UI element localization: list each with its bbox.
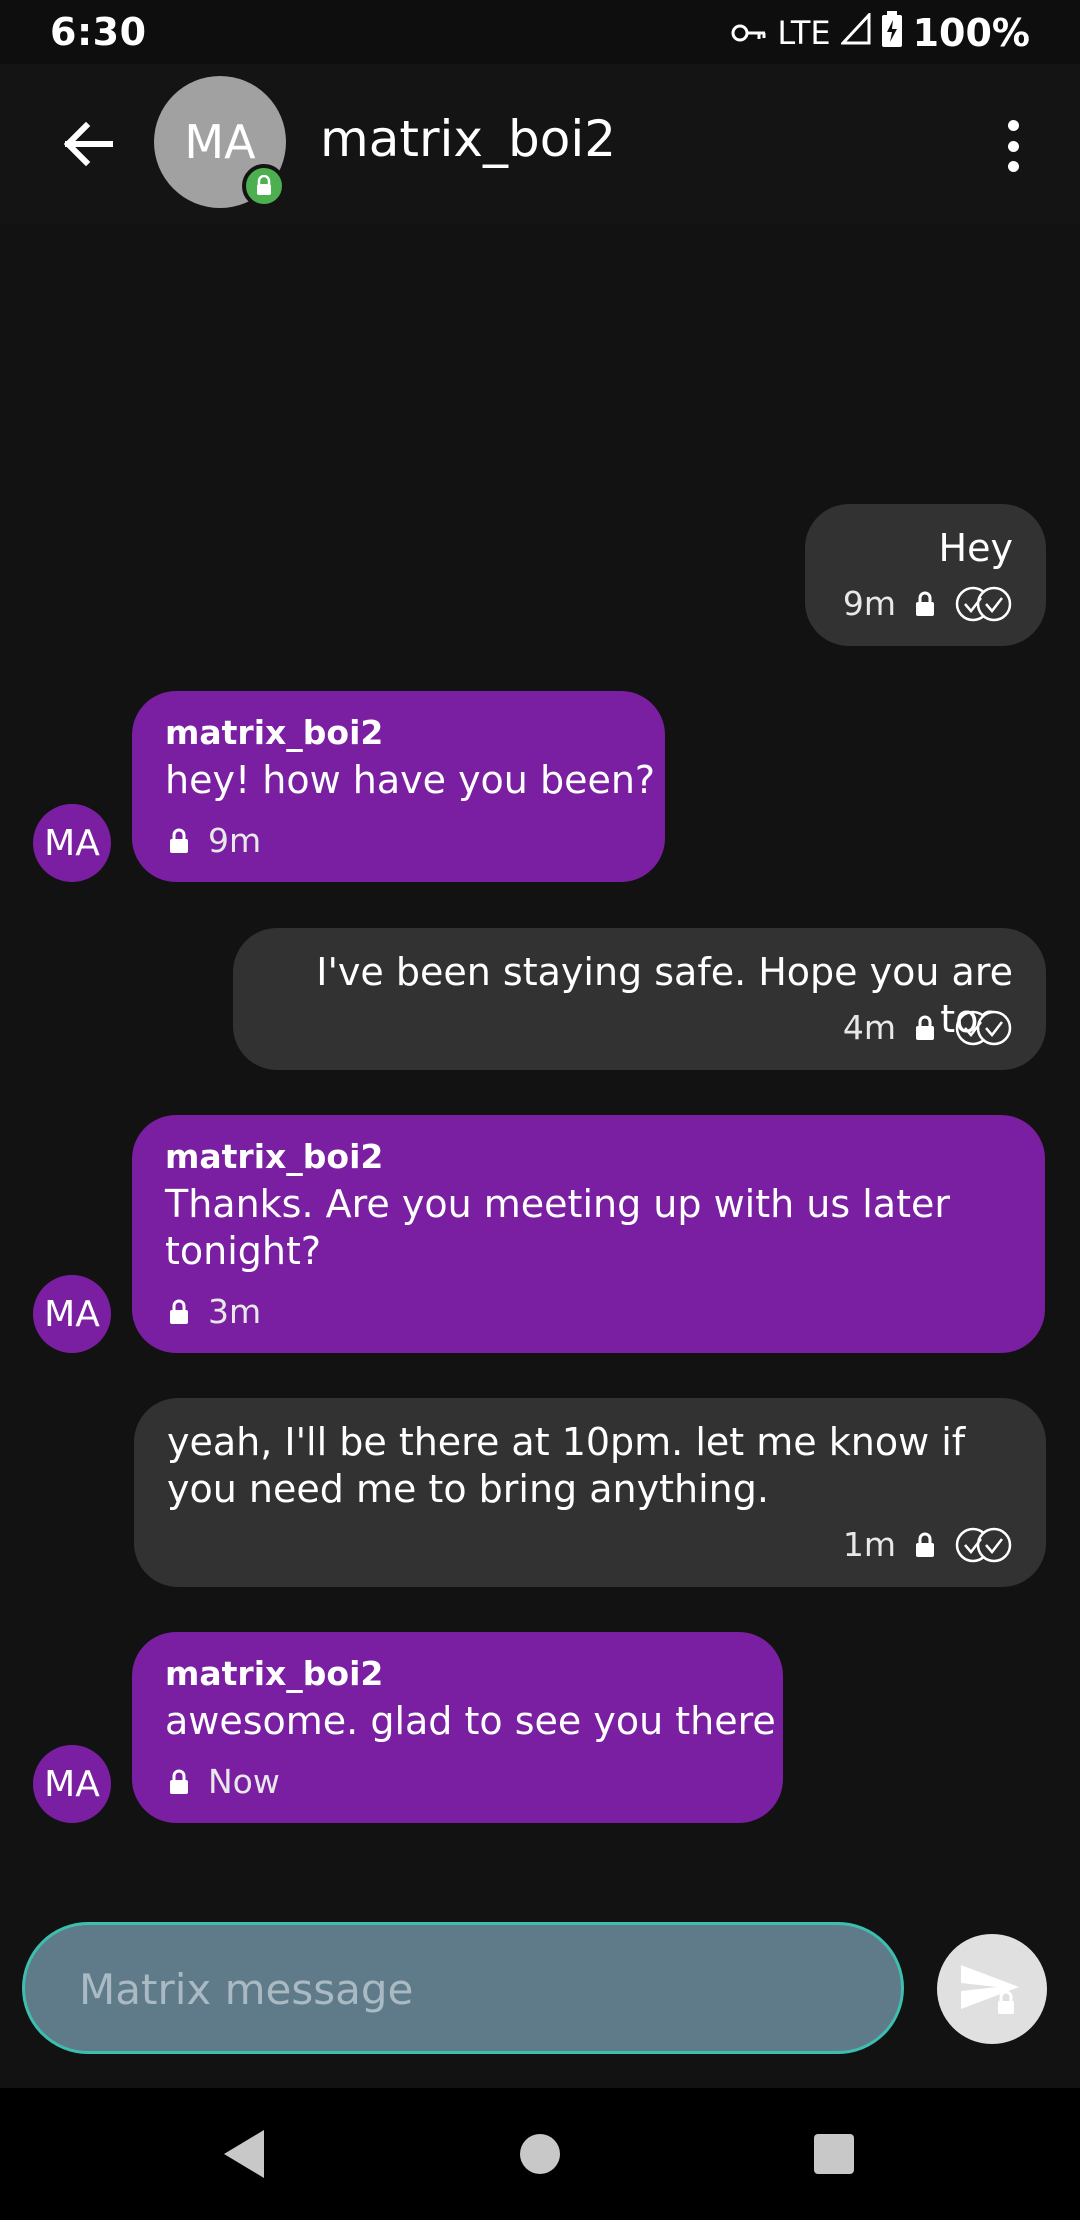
status-icons: LTE 100% bbox=[731, 10, 1030, 56]
message-meta: 9m bbox=[843, 584, 1014, 623]
message-composer[interactable] bbox=[22, 1922, 904, 2054]
sender-avatar[interactable]: MA bbox=[33, 1275, 111, 1353]
message-time: 9m bbox=[842, 584, 896, 623]
send-encrypted-icon bbox=[961, 1965, 1019, 2014]
incoming-message[interactable]: matrix_boi2 Thanks. Are you meeting up w… bbox=[132, 1115, 1045, 1353]
message-text: awesome. glad to see you there bbox=[165, 1699, 776, 1743]
system-nav-bar bbox=[0, 2088, 1080, 2220]
nav-back-icon[interactable] bbox=[222, 2128, 266, 2180]
lock-icon bbox=[170, 1299, 188, 1324]
delivered-check-icon bbox=[955, 1527, 1012, 1562]
send-button[interactable] bbox=[937, 1934, 1047, 2044]
contact-name[interactable]: matrix_boi2 bbox=[320, 110, 616, 168]
outgoing-message[interactable]: Hey 9m bbox=[805, 504, 1046, 646]
lock-icon bbox=[170, 828, 188, 853]
incoming-message[interactable]: matrix_boi2 hey! how have you been? 9m bbox=[132, 691, 665, 882]
message-meta: Now bbox=[168, 1762, 280, 1801]
sender-name: matrix_boi2 bbox=[165, 713, 384, 752]
conversation-header: MA matrix_boi2 bbox=[0, 64, 1080, 224]
message-meta: 9m bbox=[168, 821, 261, 860]
encryption-lock-icon bbox=[242, 164, 286, 208]
message-text: yeah, I'll be there at 10pm. let me know… bbox=[167, 1420, 966, 1511]
message-text: Thanks. Are you meeting up with us later… bbox=[165, 1182, 950, 1273]
message-meta: 3m bbox=[168, 1292, 261, 1331]
incoming-message[interactable]: matrix_boi2 awesome. glad to see you the… bbox=[132, 1632, 783, 1823]
message-text: hey! how have you been? bbox=[165, 758, 656, 802]
message-time: 4m bbox=[842, 1008, 896, 1047]
battery-icon bbox=[881, 11, 903, 55]
lock-icon bbox=[916, 1532, 934, 1557]
more-options-icon[interactable] bbox=[990, 114, 1036, 178]
outgoing-message[interactable]: I've been staying safe. Hope you are too… bbox=[233, 928, 1046, 1070]
delivered-check-icon bbox=[955, 586, 1012, 621]
message-time: Now bbox=[208, 1762, 280, 1801]
network-type: LTE bbox=[777, 14, 831, 52]
status-time: 6:30 bbox=[50, 10, 147, 54]
delivered-check-icon bbox=[955, 1010, 1012, 1045]
back-button[interactable] bbox=[52, 112, 124, 176]
nav-home-icon[interactable] bbox=[520, 2134, 560, 2174]
back-arrow-icon bbox=[63, 122, 113, 166]
lock-icon bbox=[916, 591, 934, 616]
message-time: 3m bbox=[208, 1292, 262, 1331]
sender-name: matrix_boi2 bbox=[165, 1137, 384, 1176]
message-meta: 4m bbox=[843, 1008, 1014, 1047]
battery-percent: 100% bbox=[912, 11, 1030, 55]
message-time: 9m bbox=[208, 821, 262, 860]
message-text: Hey bbox=[938, 526, 1013, 570]
message-meta: 1m bbox=[843, 1525, 1014, 1564]
status-bar: 6:30 LTE 100% bbox=[0, 0, 1080, 64]
lock-icon bbox=[916, 1015, 934, 1040]
nav-recents-icon[interactable] bbox=[814, 2134, 854, 2174]
vpn-key-icon bbox=[731, 14, 767, 52]
message-time: 1m bbox=[842, 1525, 896, 1564]
signal-icon bbox=[839, 11, 871, 53]
sender-avatar[interactable]: MA bbox=[33, 1745, 111, 1823]
message-input[interactable] bbox=[77, 1925, 861, 2053]
sender-name: matrix_boi2 bbox=[165, 1654, 384, 1693]
lock-icon bbox=[170, 1769, 188, 1794]
outgoing-message[interactable]: yeah, I'll be there at 10pm. let me know… bbox=[134, 1398, 1046, 1587]
sender-avatar[interactable]: MA bbox=[33, 804, 111, 882]
